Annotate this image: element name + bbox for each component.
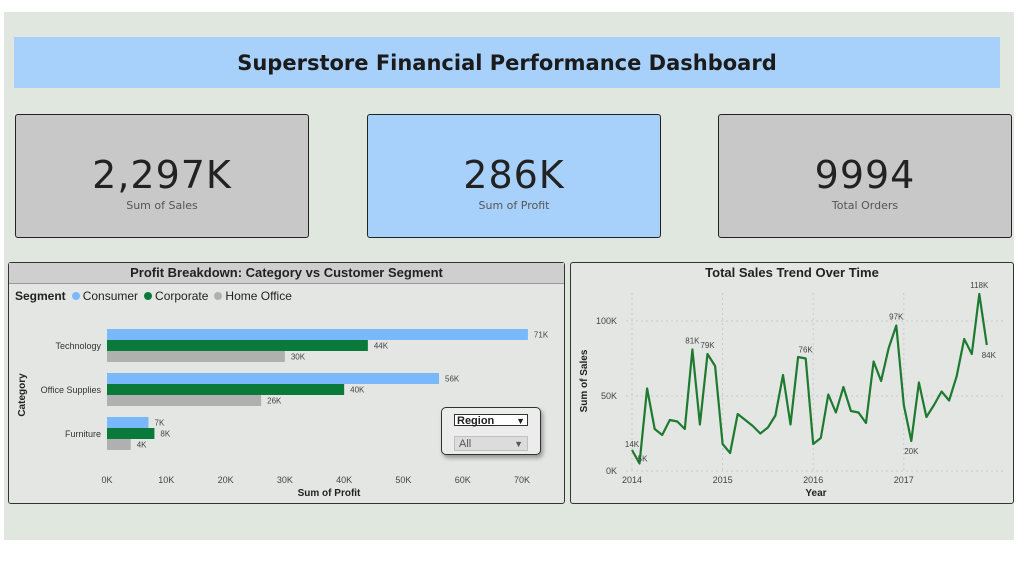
- region-slicer-header[interactable]: Region ▼: [454, 414, 528, 427]
- kpi-label-orders: Total Orders: [831, 199, 899, 212]
- kpi-label-sales: Sum of Sales: [126, 199, 198, 212]
- sales-trend-line: [631, 292, 988, 465]
- bar-consumer: [107, 329, 528, 340]
- region-dropdown-value: All: [459, 438, 472, 450]
- bar-data-label: 26K: [267, 397, 282, 406]
- profit-bar-chart: Technology 71K 44K 30K Office Supplies 56K 40K…: [17, 329, 549, 499]
- kpi-card-sales[interactable]: 2,297K Sum of Sales: [15, 114, 309, 238]
- x-tick-label: 10K: [158, 475, 174, 485]
- dashboard-title: Superstore Financial Performance Dashboa…: [237, 50, 777, 75]
- line-data-label: 118K: [970, 281, 989, 290]
- y-tick-label: 50K: [601, 391, 617, 401]
- x-tick-label: 20K: [218, 475, 234, 485]
- y-tick-label: 100K: [596, 316, 617, 326]
- bar-consumer: [107, 417, 149, 428]
- x-axis-title: Sum of Profit: [298, 488, 361, 499]
- bar-data-label: 8K: [160, 430, 170, 439]
- bar-data-label: 56K: [445, 375, 460, 384]
- line-data-label: 14K: [625, 440, 640, 449]
- bar-data-label: 30K: [291, 353, 306, 362]
- sales-trend-panel[interactable]: Total Sales Trend Over Time 0K 50K 100K 201…: [570, 262, 1014, 504]
- x-axis-title: Year: [805, 488, 826, 499]
- bar-home-office: [107, 395, 262, 406]
- bar-corporate: [107, 340, 368, 351]
- x-tick-label: 0K: [101, 475, 112, 485]
- line-data-label: 97K: [889, 313, 904, 322]
- kpi-value-sales: 2,297K: [92, 153, 232, 197]
- dashboard-title-bar: Superstore Financial Performance Dashboa…: [14, 37, 1000, 88]
- bar-data-label: 44K: [374, 342, 389, 351]
- chevron-down-icon: ▼: [514, 439, 523, 449]
- x-tick-label: 2016: [803, 475, 823, 485]
- category-tick-label: Furniture: [65, 429, 101, 439]
- line-data-label: 20K: [904, 447, 919, 456]
- bar-data-label: 7K: [155, 419, 165, 428]
- y-axis-title: Category: [17, 373, 28, 417]
- sales-trend-line-chart: 0K 50K 100K 2014 2015 2016 2017 14K 5K 81K 79K 76K 9…: [579, 281, 1006, 499]
- category-tick-label: Technology: [55, 341, 101, 351]
- bar-data-label: 4K: [137, 441, 147, 450]
- y-axis-title: Sum of Sales: [579, 349, 590, 412]
- y-tick-label: 0K: [606, 466, 617, 476]
- chevron-down-icon: ▼: [516, 416, 525, 426]
- x-tick-label: 70K: [514, 475, 530, 485]
- line-data-label: 5K: [638, 455, 648, 464]
- line-data-label: 84K: [982, 351, 997, 360]
- kpi-label-profit: Sum of Profit: [478, 199, 550, 212]
- x-tick-label: 2017: [894, 475, 914, 485]
- bar-data-label: 40K: [350, 386, 365, 395]
- x-tick-label: 60K: [455, 475, 471, 485]
- bar-corporate: [107, 384, 345, 395]
- x-tick-label: 40K: [336, 475, 352, 485]
- region-slicer[interactable]: Region ▼ All ▼: [441, 407, 541, 455]
- x-tick-label: 50K: [395, 475, 411, 485]
- profit-breakdown-panel[interactable]: Profit Breakdown: Category vs Customer S…: [8, 262, 565, 504]
- bar-home-office: [107, 351, 285, 362]
- kpi-card-profit[interactable]: 286K Sum of Profit: [367, 114, 661, 238]
- line-data-label: 79K: [700, 341, 715, 350]
- region-slicer-title: Region: [457, 415, 495, 427]
- line-data-label: 81K: [685, 337, 700, 346]
- bar-home-office: [107, 439, 131, 450]
- x-tick-label: 2014: [622, 475, 642, 485]
- bar-consumer: [107, 373, 439, 384]
- line-data-label: 76K: [799, 346, 814, 355]
- kpi-value-orders: 9994: [814, 153, 916, 197]
- category-tick-label: Office Supplies: [41, 385, 102, 395]
- kpi-card-orders[interactable]: 9994 Total Orders: [718, 114, 1012, 238]
- x-tick-label: 30K: [277, 475, 293, 485]
- x-tick-label: 2015: [713, 475, 733, 485]
- kpi-value-profit: 286K: [463, 153, 565, 197]
- bar-data-label: 71K: [534, 331, 549, 340]
- bar-corporate: [107, 428, 155, 439]
- region-dropdown[interactable]: All ▼: [454, 436, 528, 451]
